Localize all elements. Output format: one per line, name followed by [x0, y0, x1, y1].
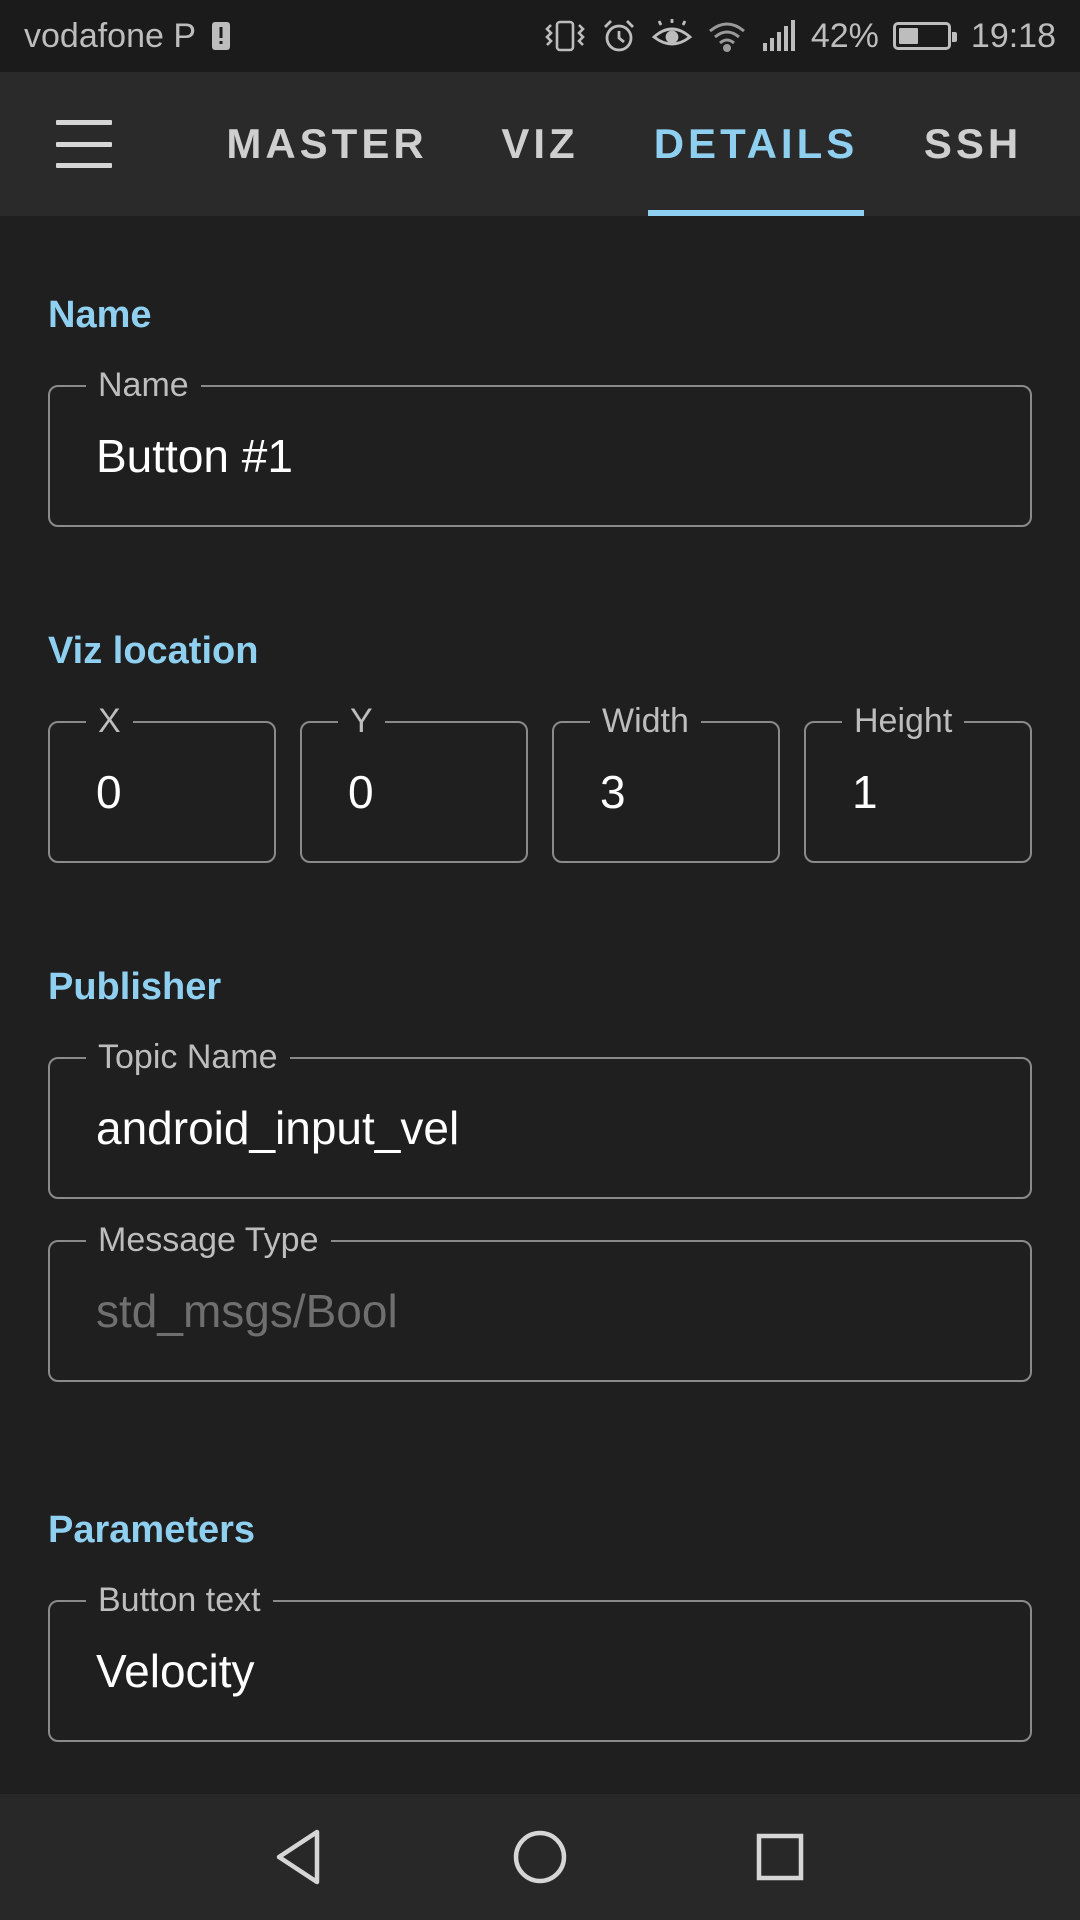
status-bar: vodafone P 42% 19:18	[0, 0, 1080, 72]
tab-label: MASTER	[226, 120, 428, 167]
section-title-parameters: Parameters	[48, 1509, 256, 1551]
button-text-field[interactable]: Button text Velocity	[48, 1580, 1032, 1742]
back-icon[interactable]	[267, 1824, 333, 1890]
section-title-publisher: Publisher	[48, 966, 222, 1008]
carrier-name: vodafone P	[24, 16, 197, 55]
field-value: 1	[852, 766, 878, 818]
app-bar: MASTER VIZ DETAILS SSH	[0, 72, 1080, 216]
tab-label: SSH	[923, 120, 1023, 167]
field-value: 0	[348, 766, 374, 818]
field-value: Velocity	[96, 1645, 255, 1697]
tab-details[interactable]: DETAILS	[648, 72, 864, 216]
field-value: 3	[600, 766, 626, 818]
eye-comfort-icon	[651, 19, 693, 53]
message-type-field[interactable]: Message Type std_msgs/Bool	[48, 1220, 1032, 1382]
field-label: Name	[86, 365, 201, 405]
details-form: Name Name Button #1 Viz location X 0 Y 0…	[0, 216, 1080, 1794]
name-field[interactable]: Name Button #1	[48, 365, 1032, 527]
battery-percent: 42%	[810, 16, 879, 55]
vibrate-icon	[543, 19, 587, 53]
tab-master[interactable]: MASTER	[220, 72, 434, 216]
tab-ssh[interactable]: SSH	[906, 72, 1040, 216]
field-value: android_input_vel	[96, 1102, 460, 1154]
field-label: Width	[590, 701, 701, 741]
x-field[interactable]: X 0	[48, 701, 276, 863]
system-nav-bar	[0, 1794, 1080, 1920]
field-label: Y	[338, 701, 385, 741]
field-value: 0	[96, 766, 122, 818]
hamburger-menu-icon[interactable]	[46, 116, 122, 172]
section-title-viz-location: Viz location	[48, 630, 259, 672]
signal-icon	[761, 19, 797, 53]
tab-label: VIZ	[501, 120, 579, 167]
field-label: Topic Name	[86, 1037, 290, 1077]
sim-alert-icon	[210, 19, 232, 53]
battery-level	[898, 28, 919, 44]
y-field[interactable]: Y 0	[300, 701, 528, 863]
recents-icon[interactable]	[747, 1824, 813, 1890]
field-value: std_msgs/Bool	[96, 1285, 398, 1337]
alarm-icon	[601, 18, 637, 54]
wifi-icon	[707, 19, 747, 53]
field-label: Message Type	[86, 1220, 331, 1260]
status-right: 42% 19:18	[543, 17, 1056, 56]
tab-viz[interactable]: VIZ	[480, 72, 600, 216]
field-label: Button text	[86, 1580, 273, 1620]
field-label: X	[86, 701, 133, 741]
field-label: Height	[842, 701, 965, 741]
width-field[interactable]: Width 3	[552, 701, 780, 863]
status-left: vodafone P	[24, 17, 232, 56]
home-icon[interactable]	[507, 1824, 573, 1890]
topic-name-field[interactable]: Topic Name android_input_vel	[48, 1037, 1032, 1199]
battery-icon	[892, 22, 957, 50]
clock: 19:18	[970, 16, 1056, 55]
height-field[interactable]: Height 1	[804, 701, 1032, 863]
tab-label: DETAILS	[653, 120, 859, 167]
section-title-name: Name	[48, 294, 152, 336]
field-value: Button #1	[96, 430, 293, 482]
